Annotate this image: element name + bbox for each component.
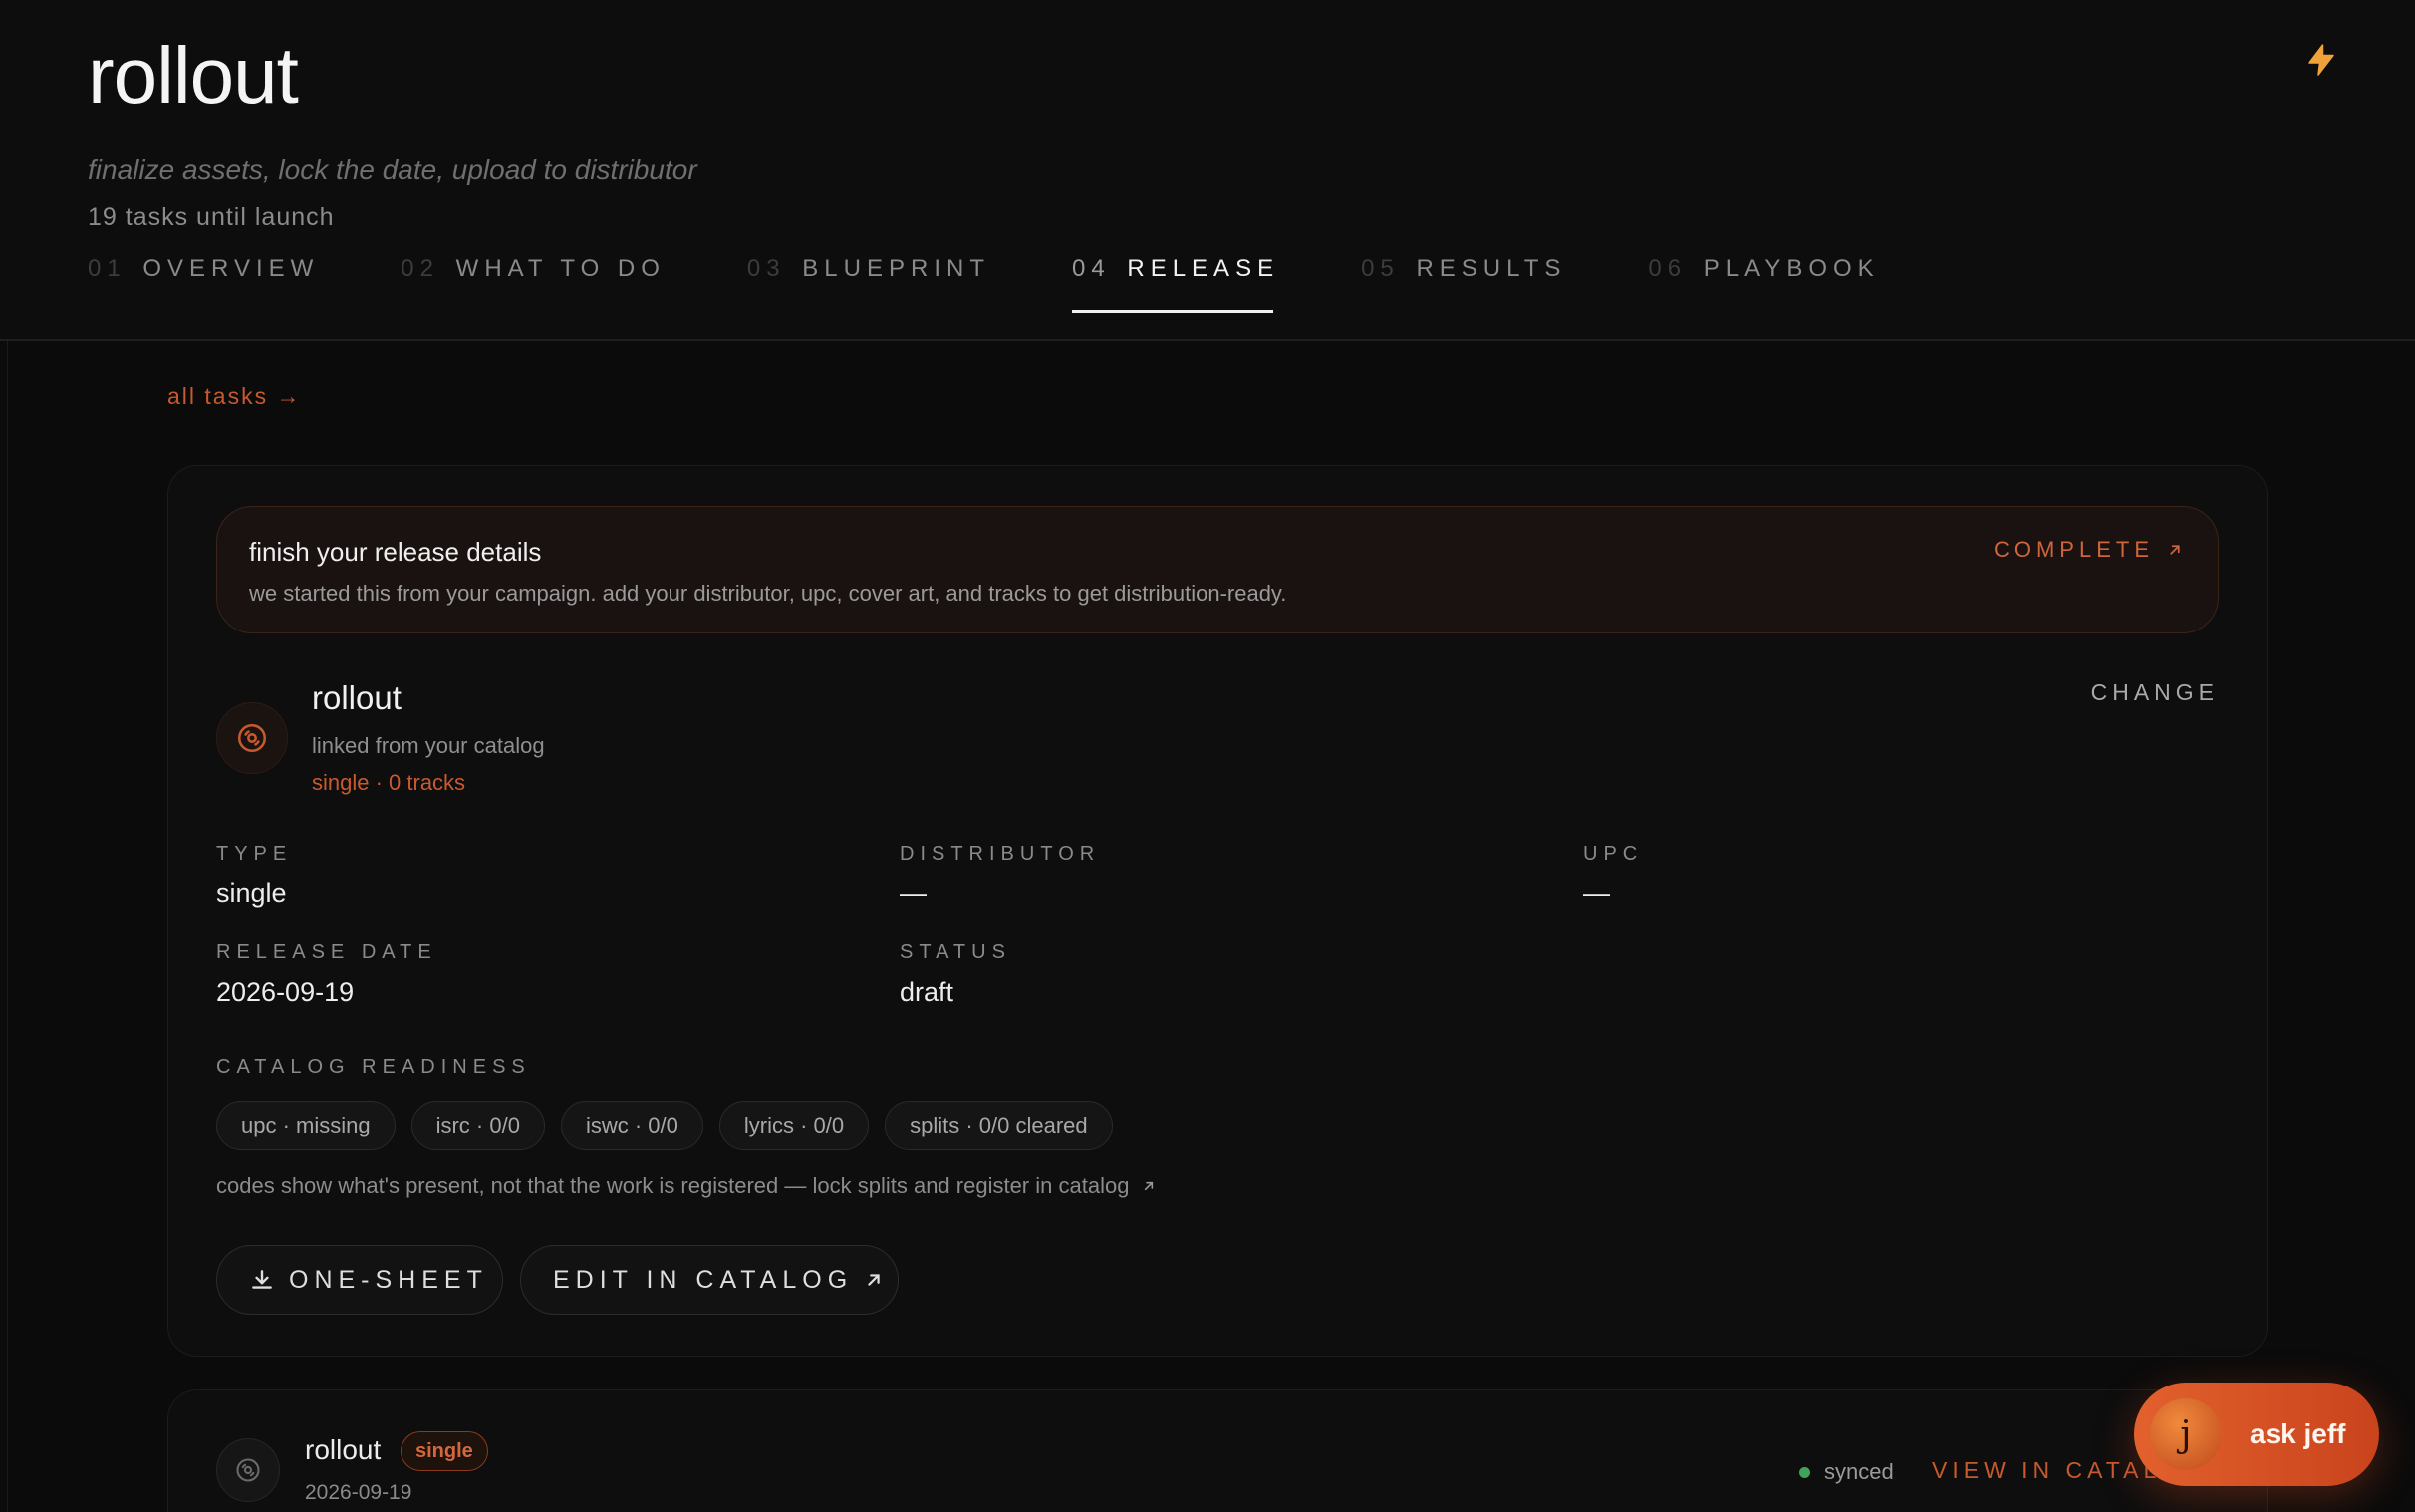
release-meta: single · 0 tracks: [312, 770, 466, 795]
tab-label: RELEASE: [1127, 255, 1280, 282]
catalog-readiness-label: CATALOG READINESS: [216, 1056, 531, 1078]
header: rollout finalize assets, lock the date, …: [0, 0, 2415, 341]
status-value: draft: [900, 977, 954, 1007]
chip-isrc: isrc · 0/0: [410, 1101, 545, 1150]
distributor-label: DISTRIBUTOR: [900, 843, 1101, 865]
page: rollout finalize assets, lock the date, …: [0, 0, 2415, 1512]
sync-status-label: synced: [1824, 1459, 1894, 1484]
tab-label: BLUEPRINT: [802, 255, 990, 282]
banner-title: finish your release details: [249, 537, 542, 567]
tab-bar: 01 OVERVIEW 02 WHAT TO DO 03 BLUEPRINT 0…: [88, 255, 1962, 313]
ask-jeff-button[interactable]: j ask jeff: [2134, 1383, 2379, 1486]
disc-icon: [216, 702, 288, 774]
banner-description: we started this from your campaign. add …: [249, 581, 1287, 606]
disc-icon: [216, 1438, 280, 1502]
setup-banner: finish your release details we started t…: [216, 506, 2219, 633]
catalog-note-link[interactable]: codes show what's present, not that the …: [216, 1173, 1157, 1199]
one-sheet-button[interactable]: ONE-SHEET: [216, 1245, 503, 1315]
page-subtitle: finalize assets, lock the date, upload t…: [88, 154, 697, 185]
status-label: STATUS: [900, 941, 1011, 963]
tab-number: 03: [746, 255, 786, 282]
status-dot-icon: [1799, 1466, 1810, 1478]
arrow-up-right-icon: [2170, 545, 2180, 555]
edit-in-catalog-label: EDIT IN CATALOG: [553, 1265, 854, 1294]
tab-playbook[interactable]: 06 PLAYBOOK: [1648, 255, 1879, 313]
one-sheet-label: ONE-SHEET: [289, 1265, 488, 1294]
chip-upc: upc · missing: [216, 1101, 396, 1150]
tab-label: RESULTS: [1416, 255, 1567, 282]
arrow-up-right-icon: [868, 1274, 880, 1286]
chip-iswc: iswc · 0/0: [560, 1101, 703, 1150]
tab-overview[interactable]: 01 OVERVIEW: [88, 255, 319, 313]
tab-what-to-do[interactable]: 02 WHAT TO DO: [401, 255, 666, 313]
catalog-item-date: 2026-09-19: [305, 1481, 412, 1504]
release-card: finish your release details we started t…: [167, 465, 2268, 1357]
complete-label: COMPLETE: [1993, 537, 2154, 562]
tab-blueprint[interactable]: 03 BLUEPRINT: [747, 255, 990, 313]
type-value: single: [216, 879, 287, 908]
tab-number: 06: [1648, 255, 1688, 282]
chip-splits: splits · 0/0 cleared: [885, 1101, 1113, 1150]
upc-value: —: [1583, 879, 1610, 908]
tab-release[interactable]: 04 RELEASE: [1071, 255, 1280, 313]
release-date-label: RELEASE DATE: [216, 941, 437, 963]
complete-button[interactable]: COMPLETE: [1994, 537, 2184, 563]
edit-in-catalog-button[interactable]: EDIT IN CATALOG: [520, 1245, 899, 1315]
readiness-chips: upc · missing isrc · 0/0 iswc · 0/0 lyri…: [216, 1101, 1129, 1150]
page-title: rollout: [88, 31, 299, 120]
release-date-value: 2026-09-19: [216, 977, 355, 1007]
sync-status: synced: [1799, 1459, 1894, 1485]
task-counter: 19 tasks until launch: [88, 203, 335, 231]
release-name: rollout: [312, 679, 402, 716]
type-label: TYPE: [216, 843, 293, 865]
tab-number: 05: [1361, 255, 1400, 282]
tab-results[interactable]: 05 RESULTS: [1361, 255, 1566, 313]
catalog-item-name: rollout: [305, 1434, 382, 1465]
bolt-icon[interactable]: [2303, 42, 2339, 78]
tab-number: 01: [88, 255, 127, 282]
tab-label: PLAYBOOK: [1703, 255, 1880, 282]
release-source: linked from your catalog: [312, 733, 545, 758]
chip-lyrics: lyrics · 0/0: [718, 1101, 870, 1150]
change-button[interactable]: CHANGE: [2091, 679, 2219, 706]
arrow-up-right-icon: [1145, 1181, 1154, 1191]
download-icon: [252, 1270, 272, 1289]
catalog-item-card: rollout single 2026-09-19 synced VIEW IN…: [167, 1389, 2268, 1512]
type-badge: single: [401, 1431, 488, 1471]
tab-number: 02: [401, 255, 439, 282]
ask-jeff-label: ask jeff: [2250, 1418, 2346, 1449]
avatar: j: [2150, 1398, 2222, 1470]
upc-label: UPC: [1583, 843, 1644, 865]
tab-number: 04: [1071, 255, 1111, 282]
distributor-value: —: [900, 879, 927, 908]
all-tasks-link[interactable]: all tasks →: [167, 383, 301, 410]
tab-label: OVERVIEW: [142, 255, 320, 282]
tab-label: WHAT TO DO: [455, 255, 666, 282]
catalog-note: codes show what's present, not that the …: [216, 1173, 1130, 1198]
